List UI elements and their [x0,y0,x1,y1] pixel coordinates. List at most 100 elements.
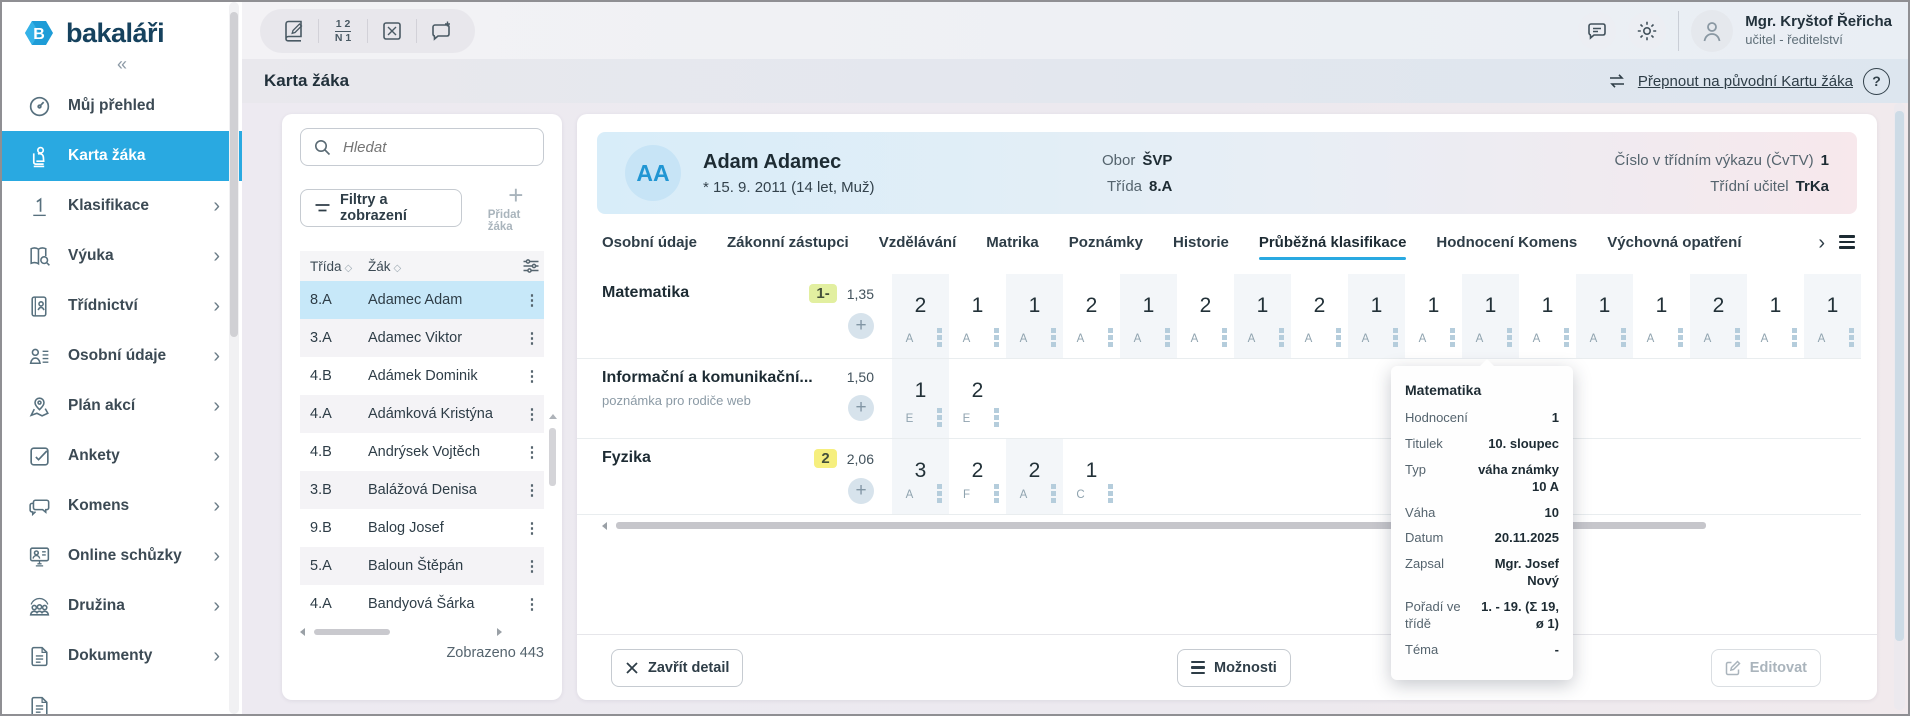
add-grade-button[interactable]: + [848,395,874,421]
student-row-andrysek-vojtech[interactable]: 4.B Andrýsek Vojtěch ⋮ [300,433,544,471]
grade-menu-icon[interactable] [1450,328,1455,333]
grade-menu-icon[interactable] [1678,328,1683,333]
grade-cell[interactable]: 1E [892,359,949,438]
student-row-adamek-dominik[interactable]: 4.B Adámek Dominik ⋮ [300,357,544,395]
sidebar-scrollbar[interactable] [229,2,239,714]
grade-menu-icon[interactable] [1621,328,1626,333]
tab-zakonni-zastupci[interactable]: Zákonní zástupci [727,234,849,260]
absence-button[interactable] [368,9,416,53]
close-detail-button[interactable]: Zavřít detail [611,648,744,687]
row-menu-icon[interactable]: ⋮ [522,291,542,309]
scroll-left-icon[interactable] [300,628,305,636]
student-list-hscrollbar[interactable] [300,627,544,637]
add-grade-button[interactable]: + [848,478,874,504]
grade-menu-icon[interactable] [1735,328,1740,333]
column-settings-icon[interactable] [522,258,540,274]
row-menu-icon[interactable]: ⋮ [522,443,542,461]
grades-hscrollbar[interactable] [602,521,1829,531]
sidebar-item-online-schuzky[interactable]: Online schůzky › [2,531,242,581]
grade-menu-icon[interactable] [1051,328,1056,333]
grade-cell[interactable]: 1A [1804,274,1861,358]
grade-menu-icon[interactable] [994,408,999,413]
row-menu-icon[interactable]: ⋮ [522,367,542,385]
tab-poznamky[interactable]: Poznámky [1069,234,1143,260]
tab-matrika[interactable]: Matrika [986,234,1039,260]
grades-button[interactable]: 1 2 N 1 [319,9,367,53]
sidebar-item-dokumenty[interactable]: Dokumenty › [2,631,242,681]
student-row-adamec-adam[interactable]: 8.A Adamec Adam ⋮ [300,281,544,319]
grade-cell[interactable]: 2A [1006,439,1063,514]
grade-cell[interactable]: 1A [1462,274,1519,358]
sidebar-item-osobni-udaje[interactable]: Osobní údaje › [2,331,242,381]
grade-menu-icon[interactable] [1051,484,1056,489]
grade-menu-icon[interactable] [1564,328,1569,333]
tab-vychovna-opatreni[interactable]: Výchovná opatření [1607,234,1741,260]
edit-button[interactable]: Editovat [1710,648,1821,687]
filters-button[interactable]: Filtry a zobrazení [300,188,462,227]
student-row-balog-josef[interactable]: 9.B Balog Josef ⋮ [300,509,544,547]
brand[interactable]: B bakaláři [2,2,242,52]
grade-cell[interactable]: 1A [1234,274,1291,358]
column-header-class[interactable]: Třída ◇ [310,259,368,274]
grade-cell[interactable]: 1A [1120,274,1177,358]
row-menu-icon[interactable]: ⋮ [522,329,542,347]
sidebar-collapse-button[interactable]: « [2,52,242,81]
grade-menu-icon[interactable] [994,484,999,489]
grade-cell[interactable]: 1A [1747,274,1804,358]
sidebar-item-vyuka[interactable]: Výuka › [2,231,242,281]
grade-cell[interactable]: 2A [1063,274,1120,358]
grade-menu-icon[interactable] [1393,328,1398,333]
grade-menu-icon[interactable] [1507,328,1512,333]
student-row-adamkova-kristyna[interactable]: 4.A Adámková Kristýna ⋮ [300,395,544,433]
row-menu-icon[interactable]: ⋮ [522,557,542,575]
window-vscrollbar[interactable] [1894,103,1905,710]
sidebar-item-klasifikace[interactable]: Klasifikace › [2,181,242,231]
grade-cell[interactable]: 1A [1348,274,1405,358]
student-row-adamec-viktor[interactable]: 3.A Adamec Viktor ⋮ [300,319,544,357]
grade-cell[interactable]: 1A [1576,274,1633,358]
grade-cell[interactable]: 2A [892,274,949,358]
grade-cell[interactable]: 3A [892,439,949,514]
grade-menu-icon[interactable] [1222,328,1227,333]
sidebar-scrollbar-thumb[interactable] [230,12,238,337]
scroll-left-icon[interactable] [602,522,607,530]
student-row-baloun-stepan[interactable]: 5.A Baloun Štěpán ⋮ [300,547,544,585]
row-menu-icon[interactable]: ⋮ [522,405,542,423]
search-box[interactable] [300,128,544,166]
switch-original-card-link[interactable]: Přepnout na původní Kartu žáka [1638,73,1853,90]
grade-menu-icon[interactable] [1792,328,1797,333]
row-menu-icon[interactable]: ⋮ [522,595,542,613]
sidebar-item-plan-akci[interactable]: Plán akcí › [2,381,242,431]
grade-cell[interactable]: 2A [1177,274,1234,358]
grade-menu-icon[interactable] [937,484,942,489]
grade-cell[interactable]: 1A [1405,274,1462,358]
sidebar-item-ankety[interactable]: Ankety › [2,431,242,481]
grade-cell[interactable]: 1A [1006,274,1063,358]
sidebar-item-tridnictvi[interactable]: Třídnictví › [2,281,242,331]
grade-menu-icon[interactable] [1849,328,1854,333]
new-message-button[interactable] [417,9,465,53]
sidebar-item-karta-zaka[interactable]: Karta žáka [2,131,242,181]
student-row-balazova-denisa[interactable]: 3.B Balážová Denisa ⋮ [300,471,544,509]
sidebar-item-partial[interactable] [2,681,242,714]
grade-cell[interactable]: 2F [949,439,1006,514]
hscroll-thumb[interactable] [314,629,390,635]
grade-menu-icon[interactable] [994,328,999,333]
grade-cell[interactable]: 1A [949,274,1006,358]
search-input[interactable] [341,137,531,157]
grade-menu-icon[interactable] [1108,328,1113,333]
sidebar-item-komens[interactable]: Komens › [2,481,242,531]
grade-cell[interactable]: 1A [1519,274,1576,358]
scroll-up-icon[interactable] [549,414,557,419]
help-button[interactable]: ? [1863,67,1890,95]
user-avatar[interactable] [1691,9,1734,52]
column-header-student[interactable]: Žák ◇ [368,259,401,274]
options-button[interactable]: Možnosti [1177,648,1291,687]
grade-cell[interactable]: 1C [1063,439,1120,514]
sidebar-item-muj-prehled[interactable]: Můj přehled [2,81,242,131]
grade-menu-icon[interactable] [1279,328,1284,333]
row-menu-icon[interactable]: ⋮ [522,519,542,537]
student-list-vscrollbar[interactable] [549,414,557,714]
tabs-menu-icon[interactable] [1839,235,1855,249]
tab-historie[interactable]: Historie [1173,234,1229,260]
